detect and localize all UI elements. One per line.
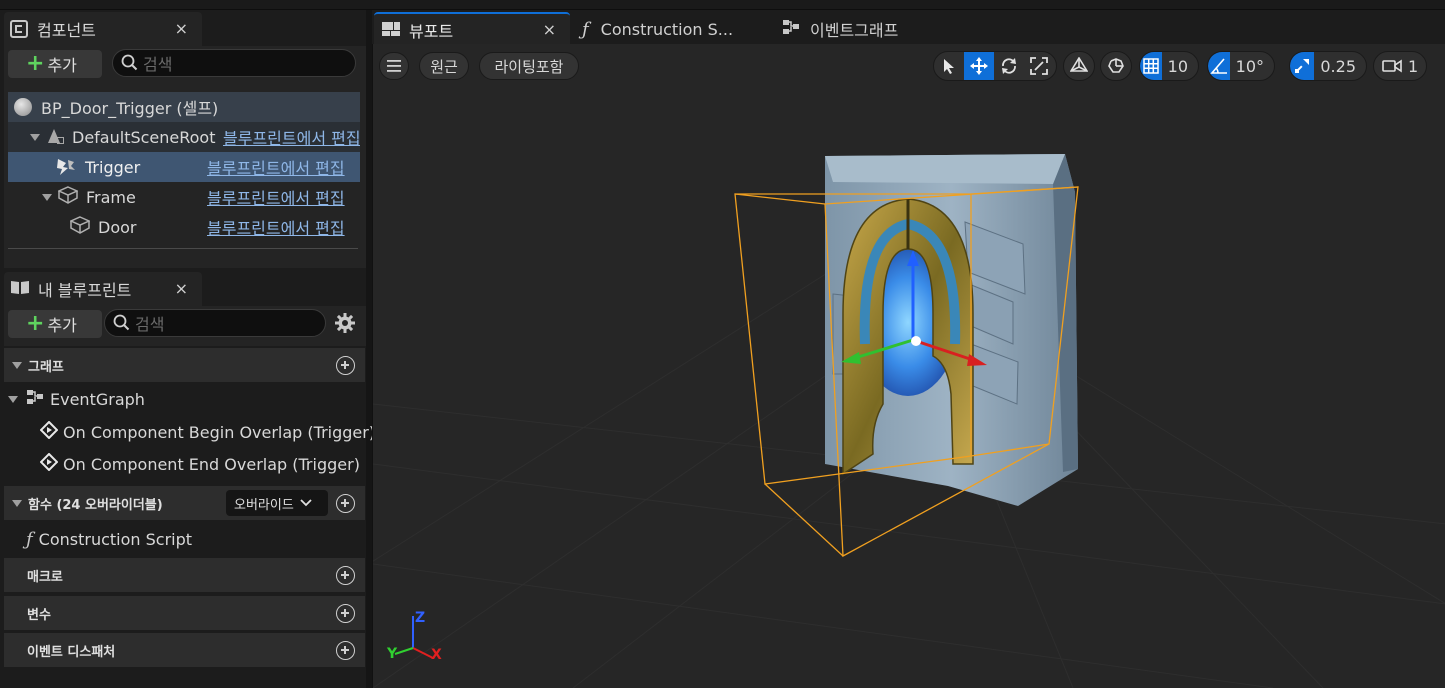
search-icon [113, 314, 130, 331]
tab-viewport[interactable]: 뷰포트 × [374, 12, 570, 46]
axis-z-label: Z [415, 610, 426, 626]
blueprint-search-input[interactable]: 검색 [104, 309, 326, 337]
tree-item-door[interactable]: Door 블루프린트에서 편집 [8, 212, 360, 242]
editor-tab-strip: 뷰포트 × ƒ Construction S... 이벤트그래프 [372, 10, 1445, 46]
tree-item-frame[interactable]: Frame 블루프린트에서 편집 [8, 182, 360, 212]
left-panel: 컴포넌트 × + 추가 검색 BP_Door_Trigger (셀프) Defa… [0, 10, 375, 688]
section-graphs-label: 그래프 [28, 359, 64, 375]
section-dispatchers[interactable]: 이벤트 디스패처 [4, 633, 365, 667]
tab-construction-script[interactable]: ƒ Construction S... [582, 12, 772, 46]
trigger-icon [56, 158, 76, 176]
event-label: On Component End Overlap (Trigger) [63, 454, 360, 474]
my-blueprint-tab-label: 내 블루프린트 [38, 281, 132, 300]
door-model[interactable] [373, 44, 1445, 688]
tab-components[interactable]: 컴포넌트 × [4, 12, 202, 46]
collapse-arrow-icon[interactable] [12, 361, 22, 369]
tree-item-defaultsceneroot[interactable]: DefaultSceneRoot 블루프린트에서 편집 [8, 122, 360, 152]
tree-root-row[interactable]: BP_Door_Trigger (셀프) [8, 92, 360, 122]
expand-arrow-icon[interactable] [42, 193, 52, 201]
add-variable-icon[interactable] [336, 603, 355, 623]
plus-icon: + [26, 51, 45, 76]
edit-in-blueprint-link[interactable]: 블루프린트에서 편집 [223, 125, 360, 149]
add-component-label: 추가 [47, 56, 77, 75]
list-item-eventgraph[interactable]: EventGraph [8, 384, 145, 414]
tab-viewport-label: 뷰포트 [409, 22, 454, 41]
list-item-event[interactable]: On Component End Overlap (Trigger) [39, 449, 360, 479]
search-icon [121, 54, 138, 71]
chevron-down-icon [300, 499, 312, 507]
graph-icon [26, 389, 44, 409]
section-functions[interactable]: 함수 (24 오버라이더블) 오버라이드 [4, 486, 365, 520]
tree-item-label: DefaultSceneRoot [72, 127, 216, 147]
event-icon [39, 452, 59, 475]
edit-in-blueprint-link[interactable]: 블루프린트에서 편집 [207, 185, 360, 209]
actor-icon [14, 98, 32, 116]
tab-construction-label: Construction S... [600, 19, 734, 39]
section-functions-label: 함수 (24 오버라이더블) [28, 497, 163, 513]
tree-item-label: Frame [86, 187, 136, 207]
add-macro-icon[interactable] [336, 565, 355, 585]
event-label: On Component Begin Overlap (Trigger) [63, 422, 376, 442]
event-icon [39, 420, 59, 443]
function-icon: ƒ [582, 18, 589, 40]
viewport-icon [382, 21, 400, 40]
blueprint-search-placeholder: 검색 [135, 315, 165, 334]
components-tab-label: 컴포넌트 [37, 21, 96, 40]
expand-arrow-icon[interactable] [8, 395, 18, 403]
function-icon: ƒ [26, 528, 33, 550]
tab-my-blueprint[interactable]: 내 블루프린트 × [4, 272, 202, 306]
add-blueprint-label: 추가 [47, 316, 77, 335]
tree-item-label: Trigger [85, 157, 141, 177]
close-icon[interactable]: × [175, 279, 188, 298]
static-mesh-icon [57, 186, 79, 208]
tree-item-trigger[interactable]: Trigger 블루프린트에서 편집 [8, 152, 360, 182]
plus-icon: + [26, 311, 45, 336]
graph-icon [782, 19, 800, 39]
scene-root-icon [46, 129, 64, 145]
close-icon[interactable]: × [543, 20, 556, 39]
expand-arrow-icon[interactable] [30, 133, 40, 141]
tab-event-graph[interactable]: 이벤트그래프 [782, 12, 972, 46]
section-variables[interactable]: 변수 [4, 596, 365, 630]
static-mesh-icon [69, 216, 91, 238]
component-search-input[interactable]: 검색 [112, 49, 356, 77]
gear-icon[interactable] [334, 312, 356, 338]
section-graphs[interactable]: 그래프 [4, 348, 365, 382]
components-icon [10, 20, 28, 38]
add-dispatcher-icon[interactable] [336, 640, 355, 660]
list-item-event[interactable]: On Component Begin Overlap (Trigger) [39, 417, 376, 447]
axis-x-label: X [431, 647, 442, 663]
add-component-button[interactable]: + 추가 [8, 50, 102, 78]
override-dropdown[interactable]: 오버라이드 [226, 490, 328, 516]
tab-event-graph-label: 이벤트그래프 [810, 21, 899, 40]
book-icon [10, 279, 30, 299]
add-blueprint-item-button[interactable]: + 추가 [8, 310, 102, 338]
viewport[interactable]: 원근 라이팅포함 10 10° 0.25 1 Z X Y [372, 44, 1445, 688]
collapse-arrow-icon[interactable] [12, 499, 22, 507]
edit-in-blueprint-link[interactable]: 블루프린트에서 편집 [207, 155, 360, 179]
component-search-placeholder: 검색 [143, 55, 173, 74]
section-macros[interactable]: 매크로 [4, 558, 365, 592]
top-strip [0, 0, 1445, 10]
override-dropdown-label: 오버라이드 [234, 497, 294, 513]
eventgraph-label: EventGraph [50, 389, 145, 409]
section-dispatchers-label: 이벤트 디스패처 [27, 644, 116, 660]
section-variables-label: 변수 [27, 607, 51, 623]
frame-wall-top [825, 154, 1065, 184]
tree-root-label: BP_Door_Trigger (셀프) [41, 99, 219, 118]
axis-y-label: Y [387, 646, 398, 662]
section-macros-label: 매크로 [27, 569, 63, 585]
edit-in-blueprint-link[interactable]: 블루프린트에서 편집 [207, 215, 360, 239]
add-graph-icon[interactable] [336, 355, 355, 375]
divider [8, 248, 358, 249]
add-function-icon[interactable] [336, 493, 355, 513]
close-icon[interactable]: × [175, 19, 188, 38]
construction-script-label: Construction Script [38, 529, 193, 549]
tree-item-label: Door [98, 217, 137, 237]
list-item-construction-script[interactable]: ƒ Construction Script [26, 524, 192, 554]
